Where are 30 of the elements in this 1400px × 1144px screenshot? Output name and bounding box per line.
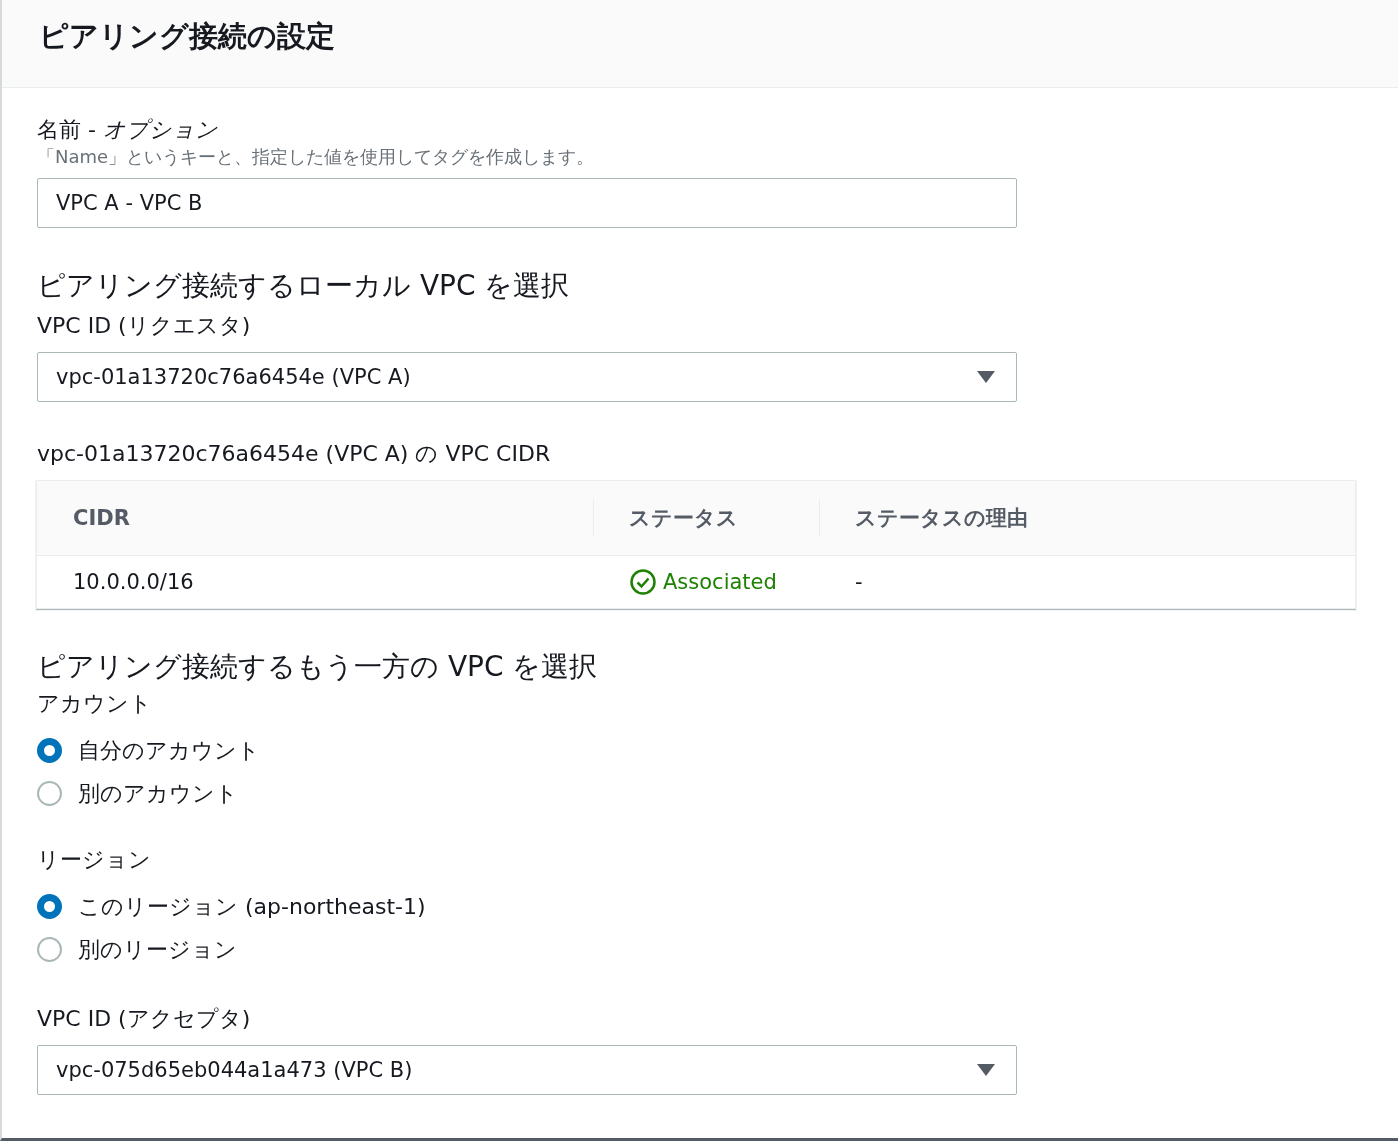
radio-button[interactable] xyxy=(37,738,62,763)
caret-icon xyxy=(976,1063,996,1077)
radio-label[interactable]: 別のリージョン xyxy=(78,934,237,965)
column-header: ステータス xyxy=(629,505,738,532)
radio-label[interactable]: このリージョン (ap-northeast-1) xyxy=(78,891,426,922)
field-label: VPC ID (アクセプタ) xyxy=(37,1005,251,1033)
radio-button[interactable] xyxy=(37,937,62,962)
vpc-select[interactable]: vpc-01a13720c76a6454e (VPC A) xyxy=(37,352,1017,402)
table-cell: - xyxy=(855,570,863,594)
column-header: CIDR xyxy=(73,506,130,530)
section-title: ピアリング接続の設定 xyxy=(39,18,335,55)
radio-label[interactable]: 自分のアカウント xyxy=(78,735,260,766)
cidr-title: vpc-01a13720c76a6454e (VPC A) の VPC CIDR xyxy=(37,440,551,468)
field-label: アカウント xyxy=(37,690,152,718)
section-heading: ピアリング接続するもう一方の VPC を選択 xyxy=(37,649,598,685)
radio-label[interactable]: 別のアカウント xyxy=(78,778,238,809)
section-heading: ピアリング接続するローカル VPC を選択 xyxy=(37,268,570,304)
vpc-select[interactable]: vpc-075d65eb044a1a473 (VPC B) xyxy=(37,1045,1017,1095)
radio-button[interactable] xyxy=(37,894,62,919)
table-cell: 10.0.0.0/16 xyxy=(73,570,194,594)
field-description: 「Name」というキーと、指定した値を使用してタグを作成します。 xyxy=(37,145,595,169)
caret-icon xyxy=(976,370,996,384)
column-header: ステータスの理由 xyxy=(855,505,1028,532)
check-circle-icon xyxy=(629,568,657,596)
name-input[interactable]: VPC A - VPC B xyxy=(37,178,1017,228)
field-label: 名前 - オプション xyxy=(37,116,218,144)
status-text: Associated xyxy=(663,570,777,594)
radio-button[interactable] xyxy=(37,781,62,806)
field-label: リージョン xyxy=(37,846,151,874)
field-label: VPC ID (リクエスタ) xyxy=(37,312,251,340)
